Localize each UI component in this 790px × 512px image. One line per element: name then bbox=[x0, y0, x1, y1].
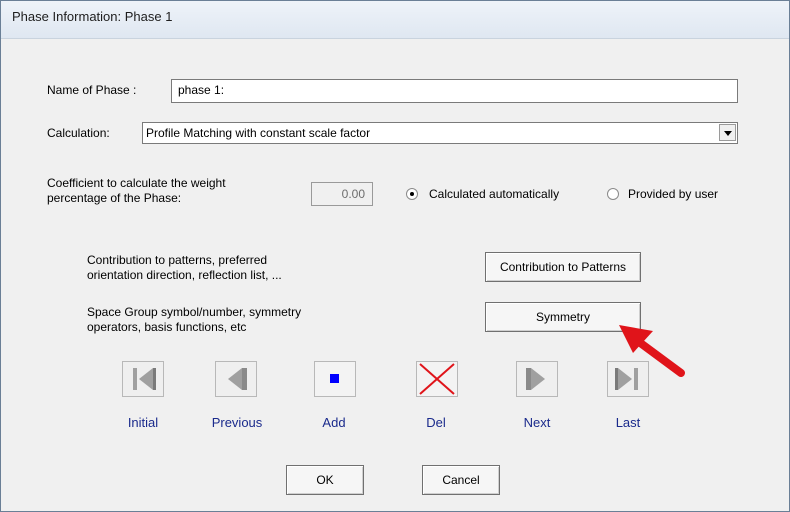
last-record-icon bbox=[615, 368, 638, 390]
radio-user-label[interactable]: Provided by user bbox=[628, 187, 718, 201]
first-record-icon bbox=[133, 368, 156, 390]
ok-button-label: OK bbox=[316, 473, 334, 487]
symmetry-line1: Space Group symbol/number, symmetry bbox=[87, 305, 302, 319]
previous-label: Previous bbox=[211, 415, 263, 430]
cancel-button-label: Cancel bbox=[442, 473, 480, 487]
chevron-down-icon[interactable] bbox=[719, 124, 736, 141]
name-label: Name of Phase : bbox=[47, 83, 137, 97]
del-button[interactable] bbox=[416, 361, 458, 397]
ok-button[interactable]: OK bbox=[286, 465, 364, 495]
calculation-value: Profile Matching with constant scale fac… bbox=[146, 126, 371, 140]
next-label: Next bbox=[523, 415, 551, 430]
phase-name-input[interactable]: phase 1: bbox=[171, 79, 738, 103]
coefficient-label-line1: Coefficient to calculate the weight bbox=[47, 176, 226, 190]
coefficient-value: 0.00 bbox=[341, 187, 365, 201]
contribution-to-patterns-button[interactable]: Contribution to Patterns bbox=[485, 252, 641, 282]
contribution-description: Contribution to patterns, preferred orie… bbox=[87, 253, 282, 283]
add-button[interactable] bbox=[314, 361, 356, 397]
coefficient-label-line2: percentage of the Phase: bbox=[47, 191, 182, 205]
delete-record-icon bbox=[419, 363, 455, 395]
window-title: Phase Information: Phase 1 bbox=[12, 9, 173, 24]
contribution-line1: Contribution to patterns, preferred bbox=[87, 253, 268, 267]
calculation-label: Calculation: bbox=[47, 126, 110, 140]
last-label: Last bbox=[615, 415, 641, 430]
coefficient-label: Coefficient to calculate the weight perc… bbox=[47, 176, 226, 206]
radio-calculated-automatically[interactable] bbox=[406, 188, 418, 200]
cancel-button[interactable]: Cancel bbox=[422, 465, 500, 495]
contribution-button-label: Contribution to Patterns bbox=[499, 260, 627, 274]
initial-button[interactable] bbox=[122, 361, 164, 397]
radio-provided-by-user[interactable] bbox=[607, 188, 619, 200]
add-label: Add bbox=[322, 415, 346, 430]
del-label: Del bbox=[426, 415, 446, 430]
contribution-line2: orientation direction, reflection list, … bbox=[87, 268, 282, 282]
calculation-select[interactable]: Profile Matching with constant scale fac… bbox=[142, 122, 738, 144]
next-button[interactable] bbox=[516, 361, 558, 397]
radio-auto-label[interactable]: Calculated automatically bbox=[429, 187, 559, 201]
symmetry-description: Space Group symbol/number, symmetry oper… bbox=[87, 305, 301, 335]
title-bar[interactable]: Phase Information: Phase 1 bbox=[1, 1, 789, 39]
phase-name-value: phase 1: bbox=[178, 83, 225, 97]
initial-label: Initial bbox=[127, 415, 159, 430]
coefficient-input[interactable]: 0.00 bbox=[311, 182, 373, 206]
previous-record-icon bbox=[228, 368, 247, 390]
previous-button[interactable] bbox=[215, 361, 257, 397]
symmetry-line2: operators, basis functions, etc bbox=[87, 320, 247, 334]
last-button[interactable] bbox=[607, 361, 649, 397]
dialog-window: Phase Information: Phase 1 Name of Phase… bbox=[0, 0, 790, 512]
next-record-icon bbox=[526, 368, 545, 390]
add-record-icon bbox=[330, 374, 339, 383]
